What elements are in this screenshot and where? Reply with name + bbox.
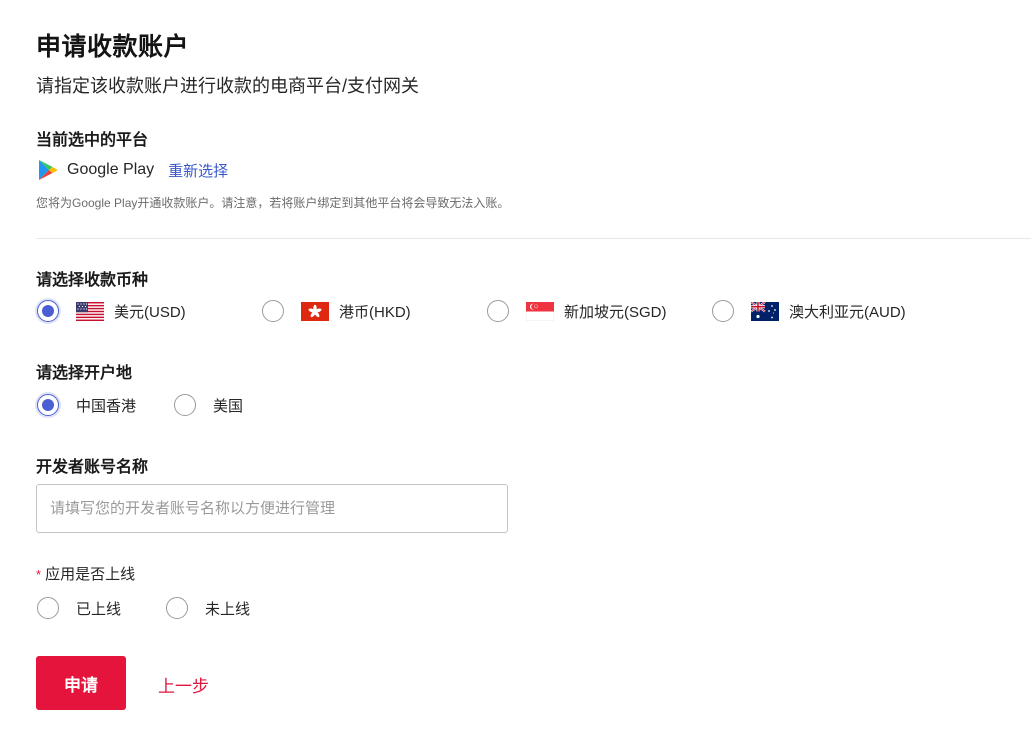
region-option-hong-kong[interactable]: 中国香港 (37, 392, 136, 418)
online-status-text: 应用是否上线 (45, 566, 136, 583)
developer-account-name-input[interactable] (36, 484, 508, 533)
region-option-usa[interactable]: 美国 (174, 392, 243, 418)
region-label: 美国 (213, 397, 244, 415)
currency-option-hkd[interactable]: 港币(HKD) (262, 298, 411, 324)
region-section-label: 请选择开户地 (36, 365, 133, 382)
us-flag-icon (76, 301, 104, 321)
radio-button[interactable] (262, 300, 284, 322)
radio-button[interactable] (37, 394, 59, 416)
currency-section-label: 请选择收款币种 (36, 272, 149, 289)
online-status-label: * 应用是否上线 (36, 563, 135, 584)
radio-button[interactable] (487, 300, 509, 322)
currency-label: 美元(USD) (114, 303, 186, 321)
radio-button[interactable] (174, 394, 196, 416)
platform-note: 您将为Google Play开通收款账户。请注意，若将账户绑定到其他平台将会导致… (36, 196, 510, 210)
online-option-live[interactable]: 已上线 (37, 595, 121, 621)
divider (36, 238, 1031, 239)
currency-label: 港币(HKD) (339, 303, 411, 321)
page-subtitle: 请指定该收款账户进行收款的电商平台/支付网关 (36, 76, 419, 96)
currency-option-usd[interactable]: 美元(USD) (37, 298, 186, 324)
currency-option-sgd[interactable]: 新加坡元(SGD) (487, 298, 667, 324)
currency-option-aud[interactable]: 澳大利亚元(AUD) (712, 298, 906, 324)
region-label: 中国香港 (76, 397, 137, 415)
online-label: 未上线 (205, 600, 251, 618)
au-flag-icon (751, 301, 779, 321)
required-mark: * (36, 567, 42, 582)
radio-button[interactable] (712, 300, 734, 322)
sg-flag-icon (526, 301, 554, 321)
selected-platform: Google Play 重新选择 (38, 158, 228, 182)
google-play-icon (39, 160, 58, 180)
currency-label: 澳大利亚元(AUD) (789, 303, 906, 321)
reselect-platform-link[interactable]: 重新选择 (168, 160, 228, 181)
radio-button[interactable] (37, 300, 59, 322)
submit-button[interactable]: 申请 (36, 656, 126, 710)
online-option-not-live[interactable]: 未上线 (166, 595, 250, 621)
platform-section-label: 当前选中的平台 (36, 132, 149, 149)
developer-section-label: 开发者账号名称 (36, 459, 149, 476)
radio-button[interactable] (37, 597, 59, 619)
previous-step-link[interactable]: 上一步 (158, 672, 209, 697)
platform-name: Google Play (67, 161, 155, 178)
page-title: 申请收款账户 (36, 33, 190, 61)
hk-flag-icon (301, 301, 329, 321)
currency-label: 新加坡元(SGD) (564, 303, 667, 321)
radio-button[interactable] (166, 597, 188, 619)
online-label: 已上线 (76, 600, 122, 618)
